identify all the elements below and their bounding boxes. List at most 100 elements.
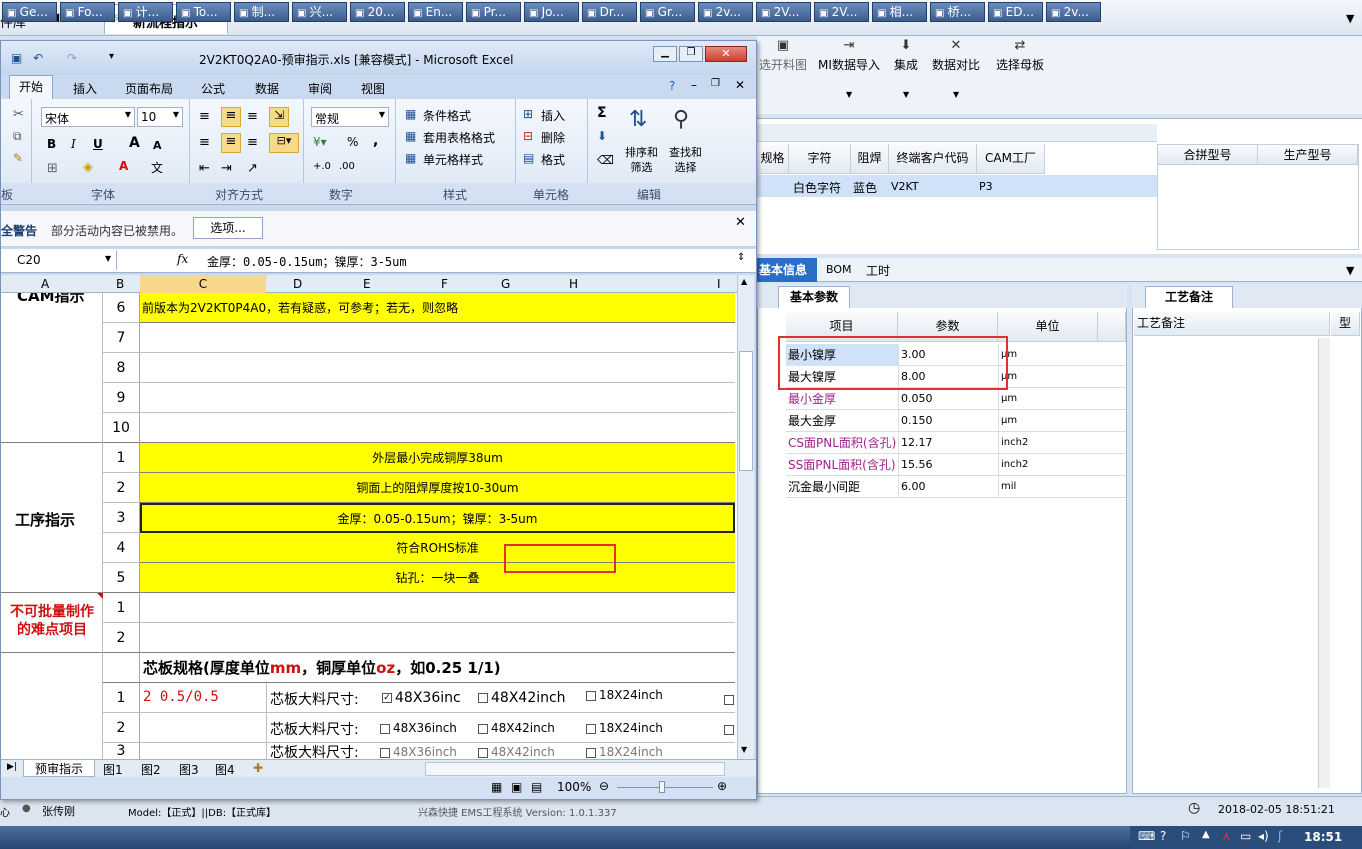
name-box[interactable]: C20 — [1, 250, 117, 270]
taskbar-item[interactable]: ▣ Pr... — [466, 2, 521, 22]
close-button[interactable]: ✕ — [705, 46, 747, 62]
align-top-icon[interactable]: ≡ — [199, 109, 210, 124]
align-bottom-icon[interactable]: ≡ — [247, 109, 258, 124]
keyboard-icon[interactable]: ⌨ — [1138, 829, 1155, 843]
security-options-button[interactable]: 选项... — [193, 217, 263, 239]
chevron-down-icon[interactable]: ▼ — [105, 254, 111, 263]
conditional-format-button[interactable]: 条件格式 — [423, 107, 471, 124]
restore-button[interactable]: ❐ — [679, 46, 703, 62]
scroll-up-icon[interactable]: ▲ — [741, 277, 747, 286]
column-header[interactable]: I — [717, 277, 721, 291]
taskbar-item[interactable]: ▣ 2V... — [814, 2, 869, 22]
copy-icon[interactable]: ⧉ — [13, 129, 22, 144]
core-title-cell[interactable]: 芯板规格(厚度单位mm，铜厚单位oz，如0.25 1/1) — [140, 653, 735, 683]
view-layout-icon[interactable]: ▣ — [511, 780, 522, 794]
checkbox-icon[interactable] — [586, 723, 596, 734]
dropdown-arrow-icon[interactable]: ▼ — [846, 90, 852, 99]
table-row[interactable]: 白色字符 蓝色 V2KT P3 — [757, 175, 1157, 197]
ribbon-tab-data[interactable]: 数据 — [255, 80, 279, 97]
option-48x42[interactable]: 48X42inch — [478, 745, 555, 759]
tray-expand-icon[interactable]: ▲ — [1202, 829, 1210, 840]
option-extra[interactable] — [724, 692, 737, 706]
tab-basic-params[interactable]: 基本参数 — [778, 286, 850, 308]
dropdown-arrow-icon[interactable]: ▼ — [953, 90, 959, 99]
cell-empty[interactable] — [140, 383, 735, 413]
param-row[interactable]: 沉金最小间距 6.00 mil — [786, 476, 1126, 498]
taskbar-item[interactable]: ▣ 20... — [350, 2, 405, 22]
currency-icon[interactable]: ¥▾ — [313, 135, 327, 149]
font-name-select[interactable]: 宋体 ▼ — [41, 107, 135, 127]
column-header[interactable]: 终端客户代码 — [889, 144, 977, 174]
checkbox-icon[interactable] — [586, 747, 596, 758]
quick-access-menu-icon[interactable]: ▾ — [109, 51, 114, 62]
help-tray-icon[interactable]: ? — [1160, 829, 1166, 843]
toolbar-button-compare[interactable]: ✕ 数据对比 — [928, 38, 984, 73]
toolbar-button-select-board[interactable]: ⇄ 选择母板 — [992, 38, 1048, 73]
column-header[interactable]: F — [441, 277, 448, 291]
border-icon[interactable]: ⊞ — [47, 161, 58, 176]
sheet-nav-icon[interactable]: ▶| — [7, 762, 17, 772]
tab-work-hours[interactable]: 工时 — [866, 262, 890, 279]
param-value[interactable]: 6.00 — [898, 476, 998, 498]
sheet-tab[interactable]: 图4 — [215, 761, 235, 778]
column-header[interactable]: 生产型号 — [1258, 145, 1358, 165]
dropdown-arrow-icon[interactable]: ▼ — [903, 90, 909, 99]
excel-save-icon[interactable]: ▣ — [11, 51, 22, 65]
column-header[interactable]: 单位 — [998, 312, 1098, 342]
panel-menu-icon[interactable]: ▼ — [1346, 264, 1354, 277]
zoom-in-icon[interactable]: ⊕ — [717, 779, 727, 793]
param-row[interactable]: 最大金厚 0.150 μm — [786, 410, 1126, 432]
cell-row6[interactable]: 前版本为2V2KT0P4A0，若有疑惑，可参考；若无，则忽略 — [140, 293, 735, 323]
network-icon[interactable]: ⚐ — [1180, 829, 1191, 843]
process-cell[interactable]: 符合ROHS标准 — [140, 533, 735, 563]
percent-icon[interactable]: % — [347, 135, 358, 149]
taskbar-item[interactable]: ▣ 2v... — [1046, 2, 1101, 22]
checkbox-icon[interactable] — [478, 693, 488, 703]
sheet-tab[interactable]: 图2 — [141, 761, 161, 778]
grow-font-button[interactable]: A — [129, 135, 140, 151]
sort-filter-button[interactable]: 排序和 筛选 — [625, 145, 658, 175]
tab-bom[interactable]: BOM — [826, 263, 852, 276]
phonetic-icon[interactable]: 文 — [151, 159, 163, 176]
param-row[interactable]: CS面PNL面积(含孔) 12.17 inch2 — [786, 432, 1126, 454]
toolbar-button-mi-import[interactable]: ⇥ MI数据导入 — [816, 38, 882, 73]
security-close-icon[interactable]: ✕ — [735, 215, 746, 230]
option-18x24[interactable]: 18X24inch — [586, 721, 663, 735]
taskbar-item[interactable]: ▣ En... — [408, 2, 463, 22]
taskbar-item[interactable]: ▣ 2V... — [756, 2, 811, 22]
merge-center-icon[interactable]: ⊟▾ — [269, 133, 299, 153]
cut-icon[interactable]: ✂ — [13, 107, 24, 122]
sheet-tab[interactable]: 图1 — [103, 761, 123, 778]
option-48x36[interactable]: ✓ 48X36inc — [382, 690, 461, 706]
taskbar-item[interactable]: ▣ ED... — [988, 2, 1043, 22]
decrease-indent-icon[interactable]: ⇤ — [199, 161, 210, 176]
process-cell[interactable]: 铜面上的阻焊厚度按10-30um — [140, 473, 735, 503]
scroll-thumb[interactable] — [739, 351, 753, 471]
align-right-icon[interactable]: ≡ — [247, 135, 258, 150]
taskbar-item[interactable]: ▣ Ge... — [2, 2, 57, 22]
sheet-grid[interactable]: CAM指示 工序指示 不可批量制作 的难点项目 6 前版本为2V2KT0P4A0… — [1, 293, 737, 759]
wb-min-icon[interactable]: – — [691, 78, 697, 92]
column-header[interactable]: 规格 — [757, 144, 789, 174]
function-icon[interactable]: fx — [177, 252, 188, 266]
process-cell-selected[interactable]: 金厚：0.05-0.15um；镍厚：3-5um — [140, 503, 735, 533]
taskbar-item[interactable]: ▣ 2v... — [698, 2, 753, 22]
minimize-button[interactable]: ▁ — [653, 46, 677, 62]
param-value[interactable]: 0.050 — [898, 388, 998, 410]
taskbar-item[interactable]: ▣ Gr... — [640, 2, 695, 22]
checkbox-icon[interactable] — [380, 723, 390, 734]
column-header[interactable]: E — [363, 277, 371, 291]
align-left-icon[interactable]: ≡ — [199, 135, 210, 150]
italic-button[interactable]: I — [71, 137, 76, 151]
view-pagebreak-icon[interactable]: ▤ — [531, 780, 542, 794]
toolbar-button-cut-chart[interactable]: ▣ 选开料图 — [758, 38, 808, 73]
undo-icon[interactable]: ↶ — [33, 51, 43, 65]
wb-restore-icon[interactable]: ❐ — [711, 78, 720, 89]
cell-empty[interactable] — [140, 353, 735, 383]
delete-cell-button[interactable]: 删除 — [541, 129, 565, 146]
column-header[interactable]: CAM工厂 — [977, 144, 1045, 174]
option-48x42[interactable]: 48X42inch — [478, 690, 566, 706]
option-18x24[interactable]: 18X24inch — [586, 745, 663, 759]
taskbar-item[interactable]: ▣ Fo... — [60, 2, 115, 22]
help-icon[interactable]: ? — [669, 79, 675, 93]
